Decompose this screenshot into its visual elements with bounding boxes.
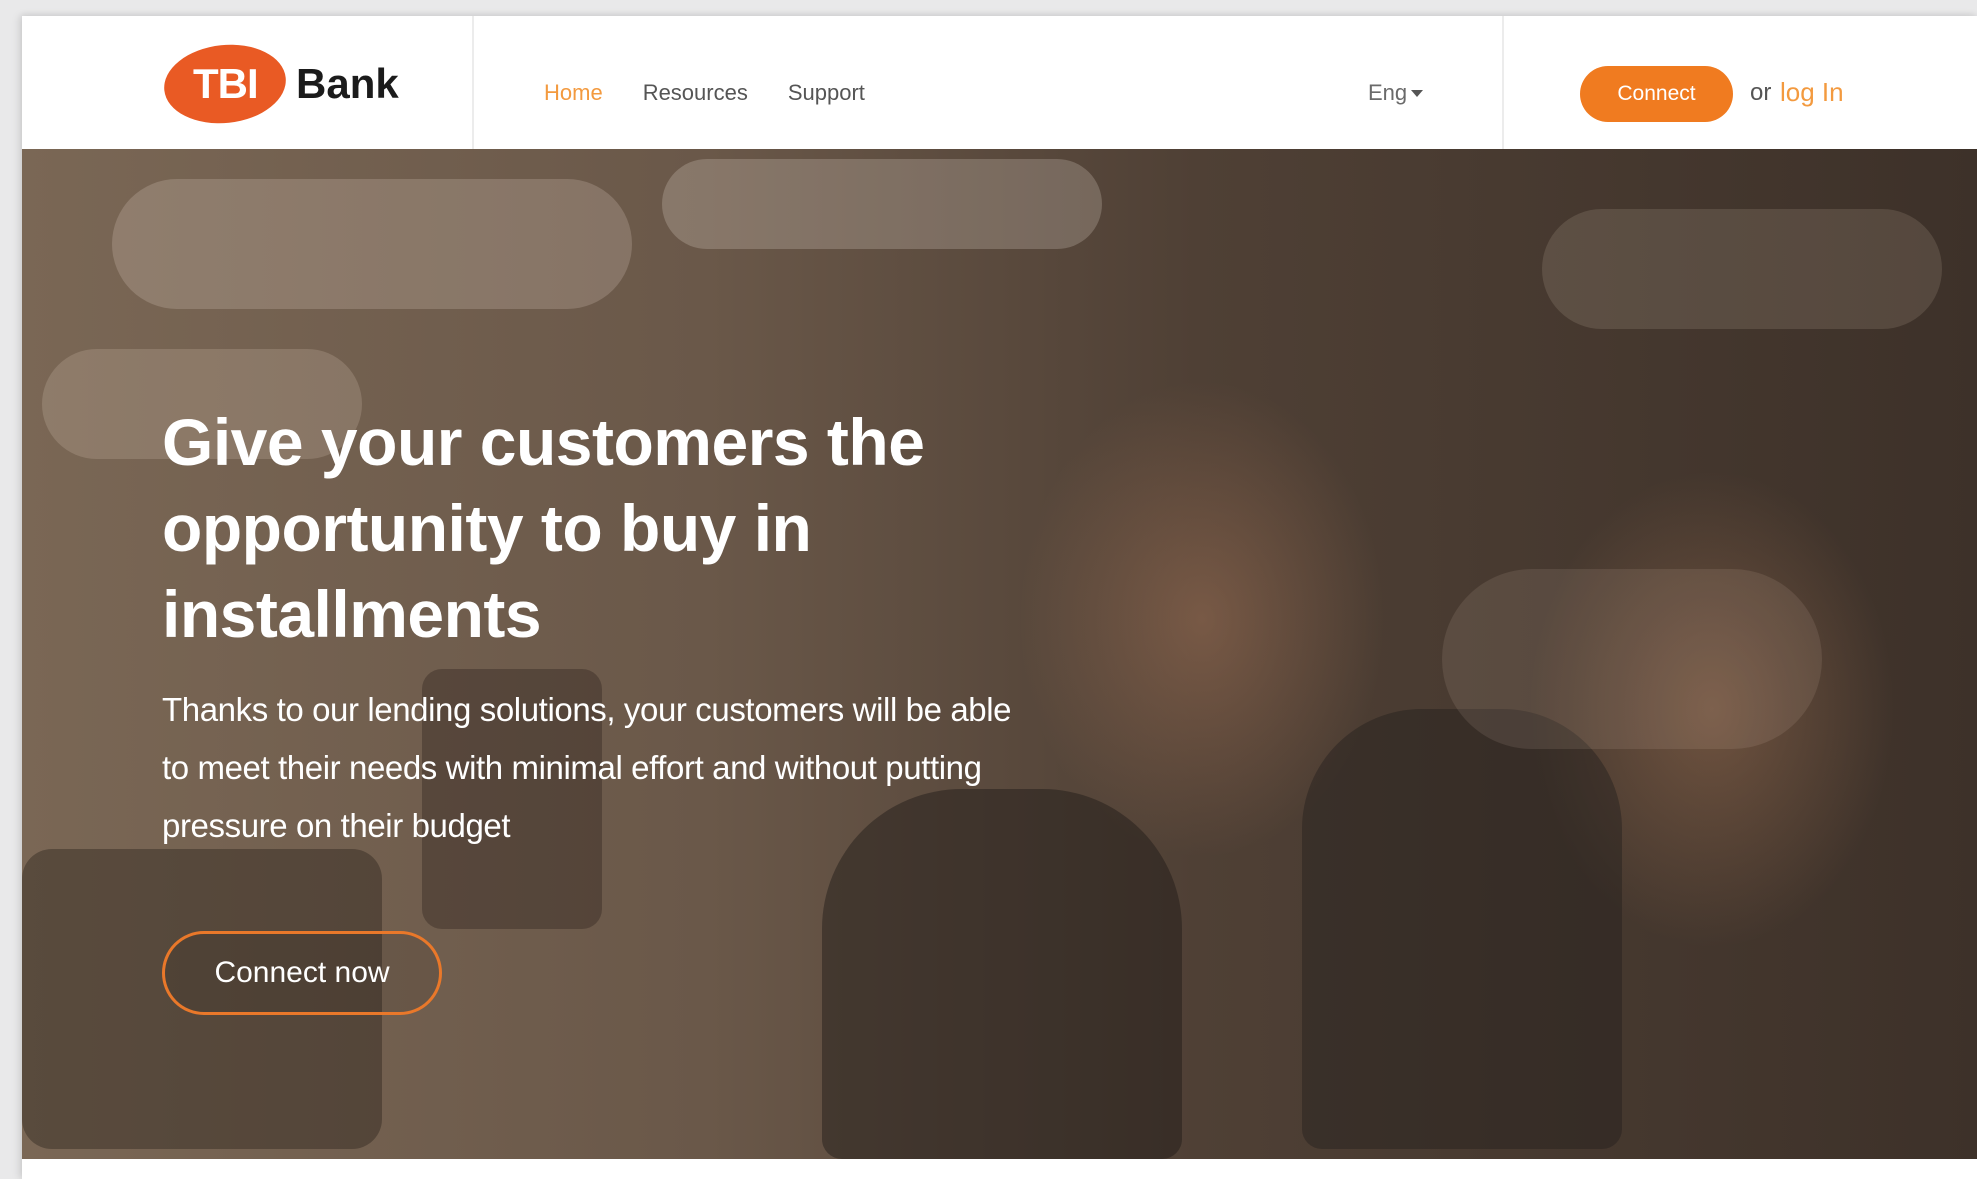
page-bottom-edge bbox=[22, 1159, 1977, 1179]
main-nav: Home Resources Support bbox=[544, 80, 865, 106]
brand-logo[interactable]: TBI Bank bbox=[160, 38, 399, 130]
photo-bokeh bbox=[112, 179, 632, 309]
logo-badge-icon: TBI bbox=[160, 38, 290, 130]
photo-bokeh bbox=[662, 159, 1102, 249]
header-divider bbox=[1502, 16, 1504, 149]
photo-figure-man bbox=[1302, 709, 1622, 1149]
hero-title: Give your customers the opportunity to b… bbox=[162, 405, 925, 651]
nav-home[interactable]: Home bbox=[544, 80, 603, 106]
language-selector[interactable]: Eng bbox=[1368, 80, 1424, 106]
logo-badge-text: TBI bbox=[192, 60, 258, 107]
logo-wordmark: Bank bbox=[296, 60, 399, 107]
photo-bokeh bbox=[1542, 209, 1942, 329]
language-label: Eng bbox=[1368, 80, 1408, 105]
hero-section: Give your customers the opportunity to b… bbox=[22, 149, 1977, 1159]
login-link[interactable]: log In bbox=[1780, 77, 1844, 108]
connect-now-button[interactable]: Connect now bbox=[162, 931, 442, 1015]
browser-page: TBI Bank Home Resources Support Eng Conn… bbox=[22, 16, 1977, 1179]
or-text: or bbox=[1750, 79, 1772, 106]
site-header: TBI Bank Home Resources Support Eng Conn… bbox=[22, 16, 1977, 149]
nav-support[interactable]: Support bbox=[788, 80, 865, 106]
photo-highlight bbox=[1442, 569, 1822, 749]
hero-description: Thanks to our lending solutions, your cu… bbox=[162, 691, 1012, 844]
header-divider bbox=[472, 16, 474, 149]
nav-resources[interactable]: Resources bbox=[643, 80, 748, 106]
chevron-down-icon bbox=[1411, 89, 1424, 97]
connect-button[interactable]: Connect bbox=[1580, 66, 1733, 122]
